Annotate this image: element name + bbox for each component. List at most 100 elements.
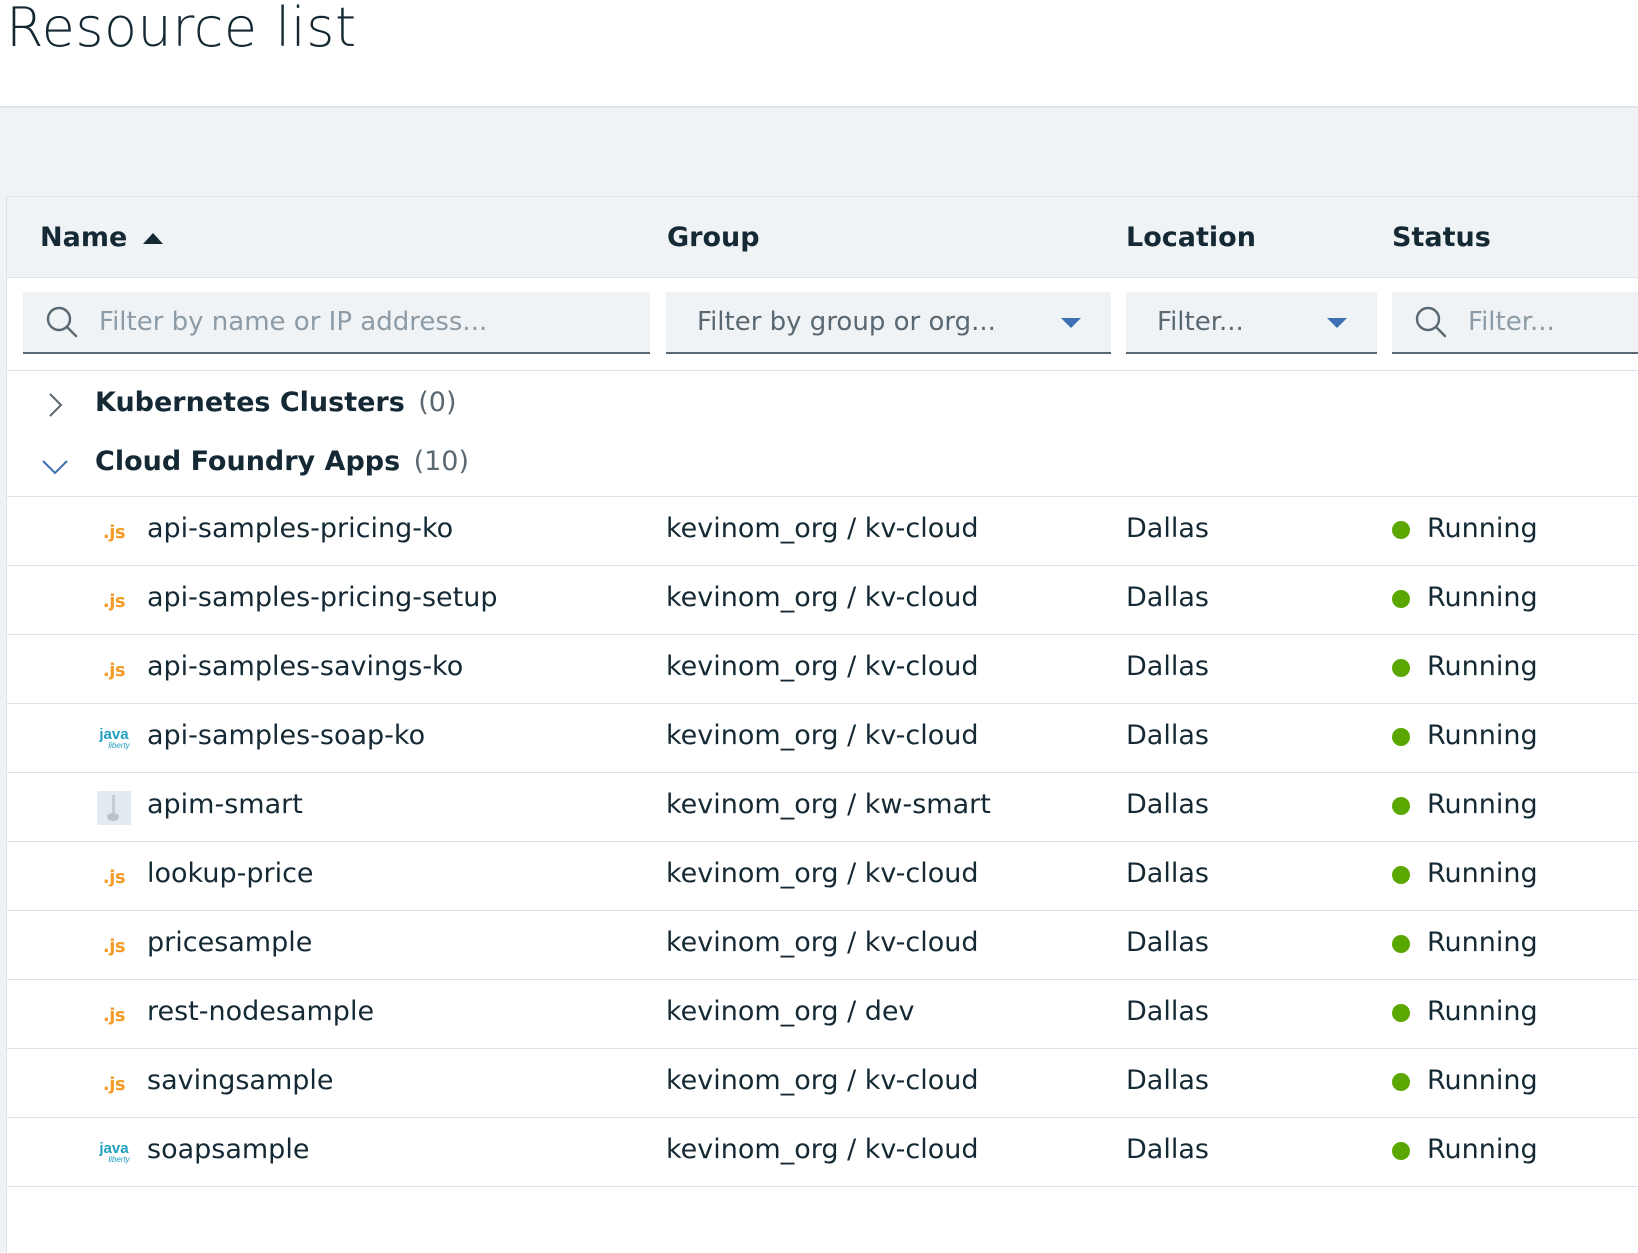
status-cell: Running bbox=[1392, 927, 1538, 958]
status-label: Running bbox=[1427, 582, 1538, 613]
runtime-icon-label: .js bbox=[102, 590, 126, 612]
search-icon bbox=[43, 303, 81, 341]
name-filter-placeholder: Filter by name or IP address... bbox=[99, 307, 488, 337]
app-location: Dallas bbox=[1126, 513, 1209, 544]
status-running-icon bbox=[1392, 727, 1410, 746]
runtime-icon-label: java liberty bbox=[98, 725, 130, 750]
app-group: kevinom_org / kv-cloud bbox=[666, 927, 979, 958]
column-header-group[interactable]: Group bbox=[667, 217, 760, 257]
app-name-link[interactable]: api-samples-savings-ko bbox=[147, 651, 463, 682]
search-icon bbox=[1412, 303, 1450, 341]
table-row[interactable]: .js api-samples-savings-ko kevinom_org / k… bbox=[7, 635, 1638, 704]
app-location: Dallas bbox=[1126, 927, 1209, 958]
status-filter-placeholder: Filter... bbox=[1468, 307, 1555, 337]
column-header-status[interactable]: Status bbox=[1392, 217, 1491, 257]
group-name: Kubernetes Clusters bbox=[95, 387, 405, 418]
status-filter-input[interactable]: Filter... bbox=[1392, 292, 1638, 354]
runtime-icon-label: .js bbox=[102, 935, 126, 957]
location-filter-placeholder: Filter... bbox=[1157, 307, 1244, 337]
group-filter-placeholder: Filter by group or org... bbox=[697, 307, 996, 337]
app-group: kevinom_org / kv-cloud bbox=[666, 651, 979, 682]
app-group: kevinom_org / dev bbox=[666, 996, 915, 1027]
table-row[interactable]: .js pricesample kevinom_org / kv-cloud Dall… bbox=[7, 911, 1638, 980]
status-cell: Running bbox=[1392, 996, 1538, 1027]
group-row-cloud-foundry[interactable]: Cloud Foundry Apps (10) bbox=[7, 434, 1638, 497]
app-group: kevinom_org / kv-cloud bbox=[666, 720, 979, 751]
java-liberty-runtime-icon: java liberty bbox=[95, 1136, 133, 1170]
group-name: Cloud Foundry Apps bbox=[95, 446, 401, 477]
status-label: Running bbox=[1427, 1065, 1538, 1096]
table-row[interactable]: .js api-samples-pricing-ko kevinom_org / k… bbox=[7, 497, 1638, 566]
app-name-link[interactable]: savingsample bbox=[147, 1065, 334, 1096]
runtime-icon-label: .js bbox=[102, 659, 126, 681]
status-cell: Running bbox=[1392, 720, 1538, 751]
runtime-icon-label: .js bbox=[102, 1073, 126, 1095]
app-name-link[interactable]: api-samples-pricing-ko bbox=[147, 513, 453, 544]
group-filter-dropdown[interactable]: Filter by group or org... bbox=[666, 292, 1111, 354]
table-row[interactable]: .js rest-nodesample kevinom_org / dev Dalla… bbox=[7, 980, 1638, 1049]
table-row[interactable]: java liberty api-samples-soap-ko kevinom_or… bbox=[7, 704, 1638, 773]
status-cell: Running bbox=[1392, 789, 1538, 820]
nodejs-runtime-icon: .js bbox=[95, 860, 133, 894]
chevron-down-icon[interactable] bbox=[41, 452, 69, 480]
column-header-location[interactable]: Location bbox=[1126, 217, 1256, 257]
app-location: Dallas bbox=[1126, 1134, 1209, 1165]
app-name-link[interactable]: api-samples-soap-ko bbox=[147, 720, 425, 751]
runtime-variant: liberty bbox=[108, 1154, 130, 1164]
table-row[interactable]: .js savingsample kevinom_org / kv-cloud Dal… bbox=[7, 1049, 1638, 1118]
runtime-name: java bbox=[99, 1139, 129, 1157]
runtime-name: java bbox=[99, 725, 129, 743]
app-group: kevinom_org / kv-cloud bbox=[666, 513, 979, 544]
table-row[interactable]: java liberty soapsample kevinom_org / kv-cl… bbox=[7, 1118, 1638, 1187]
runtime-variant: liberty bbox=[108, 740, 130, 750]
nodejs-runtime-icon: .js bbox=[95, 653, 133, 687]
nodejs-runtime-icon: .js bbox=[95, 584, 133, 618]
group-count: (0) bbox=[418, 387, 457, 418]
nodejs-runtime-icon: .js bbox=[95, 998, 133, 1032]
status-running-icon bbox=[1392, 658, 1410, 677]
status-label: Running bbox=[1427, 927, 1538, 958]
status-label: Running bbox=[1427, 720, 1538, 751]
location-filter-dropdown[interactable]: Filter... bbox=[1126, 292, 1377, 354]
status-label: Running bbox=[1427, 1134, 1538, 1165]
table-row[interactable]: .js lookup-price kevinom_org / kv-cloud Dal… bbox=[7, 842, 1638, 911]
app-location: Dallas bbox=[1126, 1065, 1209, 1096]
page-header: Resource list bbox=[0, 0, 1638, 106]
status-label: Running bbox=[1427, 789, 1538, 820]
app-group: kevinom_org / kw-smart bbox=[666, 789, 991, 820]
app-group: kevinom_org / kv-cloud bbox=[666, 1134, 979, 1165]
status-running-icon bbox=[1392, 865, 1410, 884]
table-row[interactable]: .js api-samples-pricing-setup kevinom_org … bbox=[7, 566, 1638, 635]
status-label: Running bbox=[1427, 651, 1538, 682]
generic-runtime-icon bbox=[95, 791, 133, 825]
group-row-kubernetes[interactable]: Kubernetes Clusters (0) bbox=[7, 371, 1638, 440]
app-location: Dallas bbox=[1126, 858, 1209, 889]
runtime-icon-label: .js bbox=[102, 1004, 126, 1026]
status-running-icon bbox=[1392, 589, 1410, 608]
app-location: Dallas bbox=[1126, 720, 1209, 751]
status-label: Running bbox=[1427, 513, 1538, 544]
status-running-icon bbox=[1392, 796, 1410, 815]
app-name-link[interactable]: pricesample bbox=[147, 927, 312, 958]
chevron-right-icon[interactable] bbox=[41, 391, 69, 419]
app-location: Dallas bbox=[1126, 996, 1209, 1027]
group-label: Cloud Foundry Apps (10) bbox=[95, 446, 469, 477]
status-cell: Running bbox=[1392, 651, 1538, 682]
app-name-link[interactable]: lookup-price bbox=[147, 858, 314, 889]
chevron-down-icon bbox=[1327, 318, 1347, 328]
table-row[interactable]: apim-smart kevinom_org / kw-smart Dallas Ru… bbox=[7, 773, 1638, 842]
app-name-link[interactable]: soapsample bbox=[147, 1134, 309, 1165]
nodejs-runtime-icon: .js bbox=[95, 929, 133, 963]
app-name-link[interactable]: api-samples-pricing-setup bbox=[147, 582, 498, 613]
status-cell: Running bbox=[1392, 858, 1538, 889]
column-header-name[interactable]: Name bbox=[40, 217, 164, 257]
name-filter-input[interactable]: Filter by name or IP address... bbox=[23, 292, 650, 354]
sort-ascending-icon[interactable] bbox=[143, 232, 164, 244]
app-location: Dallas bbox=[1126, 582, 1209, 613]
app-name-link[interactable]: rest-nodesample bbox=[147, 996, 374, 1027]
app-group: kevinom_org / kv-cloud bbox=[666, 582, 979, 613]
status-cell: Running bbox=[1392, 513, 1538, 544]
app-name-link[interactable]: apim-smart bbox=[147, 789, 303, 820]
generic-app-icon bbox=[97, 791, 131, 825]
table-header: Name Group Location Status bbox=[7, 197, 1638, 278]
